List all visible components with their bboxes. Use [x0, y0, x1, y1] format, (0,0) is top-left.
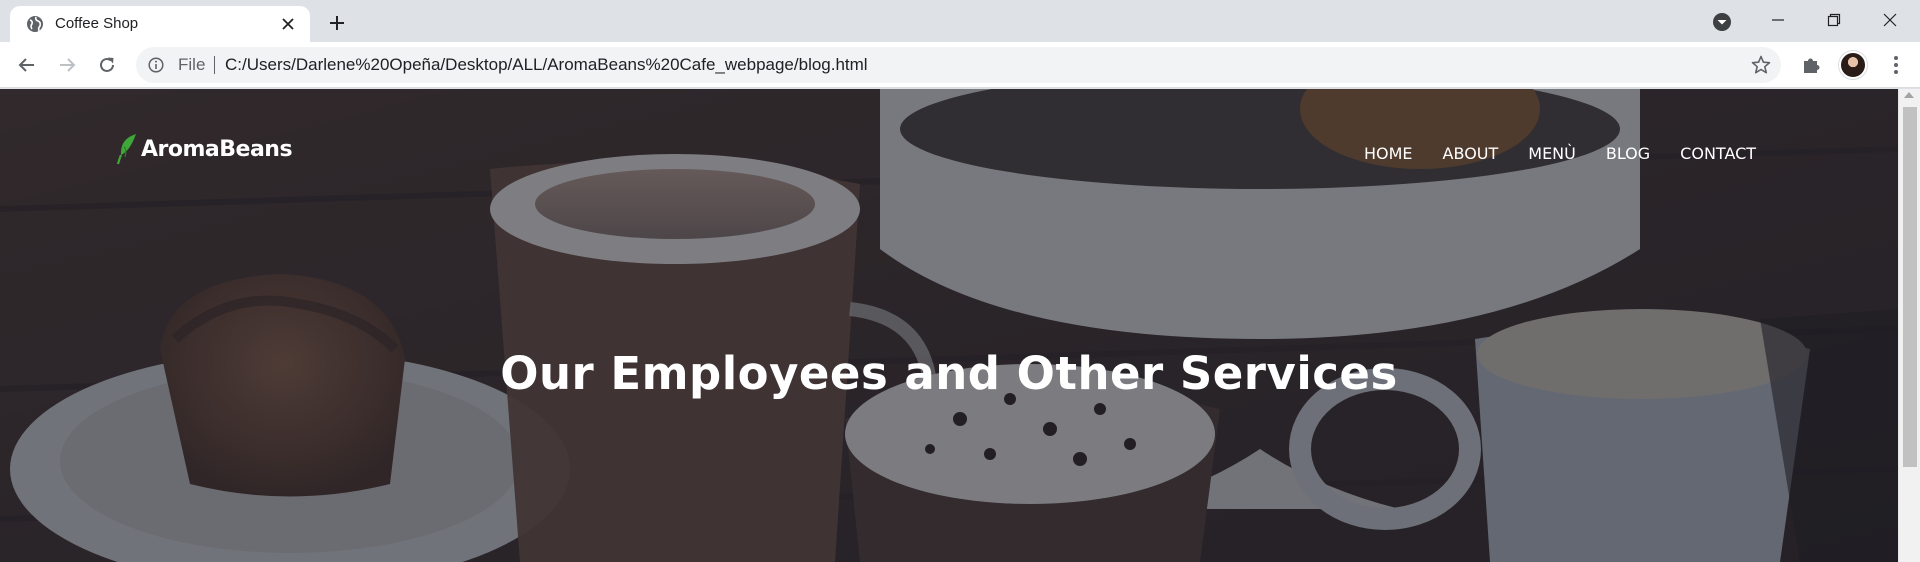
- reload-icon: [100, 57, 114, 72]
- back-button[interactable]: [13, 51, 41, 79]
- address-divider: [214, 56, 215, 74]
- info-icon[interactable]: [148, 57, 164, 73]
- nav-link-blog[interactable]: BLOG: [1606, 144, 1650, 164]
- site-logo[interactable]: AromaBeans: [116, 133, 293, 165]
- scrollbar-thumb[interactable]: [1903, 107, 1917, 467]
- new-tab-button[interactable]: [324, 10, 350, 36]
- kebab-menu-icon[interactable]: [1888, 54, 1904, 76]
- tab-search-button[interactable]: [1711, 11, 1733, 33]
- page-scrollbar[interactable]: [1898, 89, 1920, 562]
- scheme-label: File: [178, 55, 206, 74]
- browser-tab[interactable]: Coffee Shop: [10, 6, 310, 42]
- restore-button[interactable]: [1806, 0, 1862, 40]
- minimize-button[interactable]: [1750, 0, 1806, 40]
- star-icon[interactable]: [1750, 54, 1772, 76]
- restore-icon: [1827, 13, 1841, 27]
- site-nav: HOME ABOUT MENÙ BLOG CONTACT: [1364, 144, 1786, 164]
- close-icon: [282, 18, 294, 30]
- browser-toolbar: File C:/Users/Darlene%20Opeña/Desktop/AL…: [0, 42, 1920, 88]
- minimize-icon: [1772, 19, 1784, 21]
- hero-section: AromaBeans HOME ABOUT MENÙ BLOG CONTACT …: [0, 89, 1898, 562]
- tab-close-button[interactable]: [278, 14, 298, 34]
- menu-dot: [1894, 63, 1898, 67]
- menu-dot: [1894, 56, 1898, 60]
- reload-button[interactable]: [93, 51, 121, 79]
- page-viewport: AromaBeans HOME ABOUT MENÙ BLOG CONTACT …: [0, 89, 1920, 562]
- url-text[interactable]: C:/Users/Darlene%20Opeña/Desktop/ALL/Aro…: [225, 56, 868, 74]
- forward-button[interactable]: [53, 51, 81, 79]
- arrow-right-icon: [60, 58, 76, 72]
- tab-title: Coffee Shop: [55, 15, 139, 32]
- nav-link-about[interactable]: ABOUT: [1443, 144, 1499, 164]
- address-bar[interactable]: File C:/Users/Darlene%20Opeña/Desktop/AL…: [136, 47, 1781, 83]
- nav-link-contact[interactable]: CONTACT: [1680, 144, 1756, 164]
- leaf-icon: [116, 134, 136, 165]
- arrow-left-icon: [18, 58, 34, 72]
- profile-avatar[interactable]: [1839, 51, 1867, 79]
- menu-dot: [1894, 70, 1898, 74]
- close-icon: [1883, 13, 1897, 27]
- plus-icon: [330, 16, 344, 30]
- hero-title: Our Employees and Other Services: [500, 347, 1398, 400]
- puzzle-icon[interactable]: [1800, 54, 1822, 76]
- nav-link-menu[interactable]: MENÙ: [1528, 144, 1576, 164]
- tab-strip: Coffee Shop: [0, 0, 1920, 42]
- window-close-button[interactable]: [1862, 0, 1918, 40]
- scroll-up-arrow-icon[interactable]: [1904, 92, 1914, 98]
- logo-text: AromaBeans: [141, 136, 293, 162]
- globe-icon: [27, 16, 43, 32]
- nav-link-home[interactable]: HOME: [1364, 144, 1413, 164]
